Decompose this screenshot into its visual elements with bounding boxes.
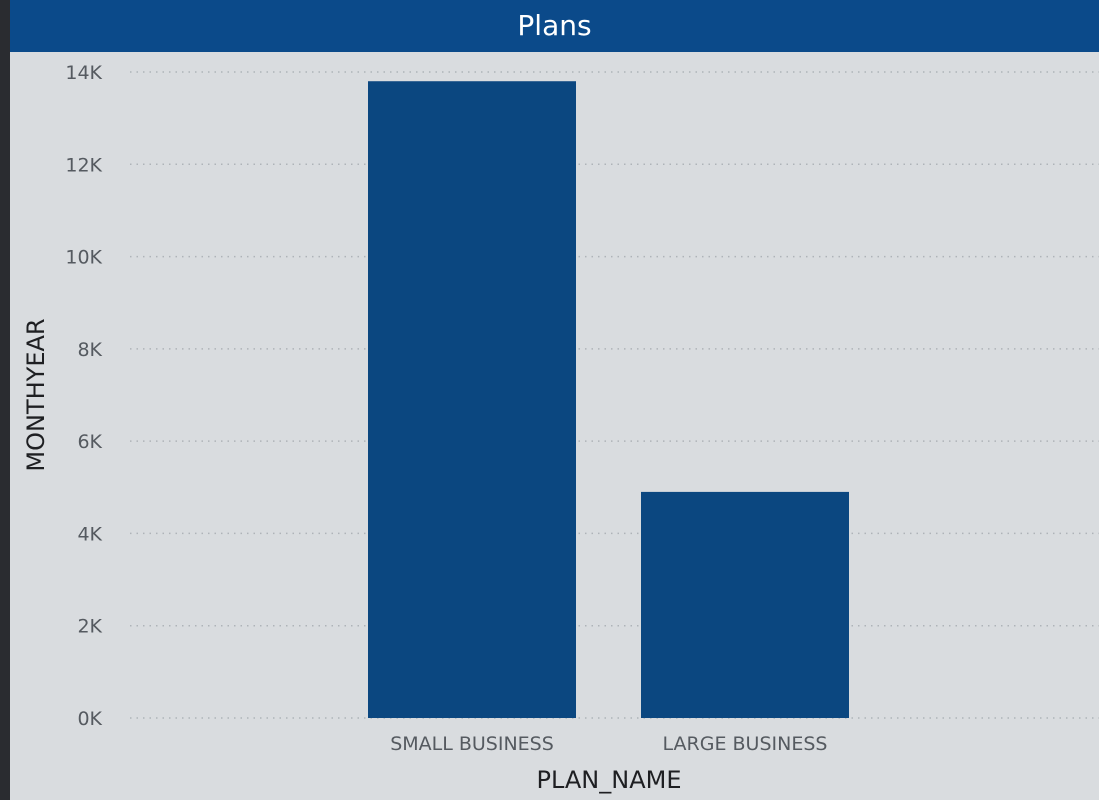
y-tick-label: 12K (65, 154, 102, 176)
y-tick-label: 0K (77, 708, 102, 730)
x-tick-label: SMALL BUSINESS (390, 733, 554, 755)
report-canvas: Plans 0K 2K 4K 6K 8K 10K 12K 14K SMALL BUSINESS L… (0, 0, 1099, 800)
bar-small-business[interactable] (368, 81, 576, 718)
y-tick-label: 14K (65, 62, 102, 84)
x-axis-title: PLAN_NAME (536, 766, 681, 794)
x-tick-label: LARGE BUSINESS (663, 733, 828, 755)
bar-large-business[interactable] (641, 491, 849, 718)
chart-title: Plans (10, 0, 1099, 52)
bar-chart-visual[interactable]: Plans 0K 2K 4K 6K 8K 10K 12K 14K SMALL BUSINESS L… (10, 0, 1099, 800)
y-tick-label: 2K (77, 616, 102, 638)
y-tick-label: 4K (77, 523, 102, 545)
y-axis-title: MONTHYEAR (22, 318, 50, 471)
chart-plot-area: 0K 2K 4K 6K 8K 10K 12K 14K SMALL BUSINESS LARGE B… (22, 62, 1099, 794)
y-tick-label: 8K (77, 339, 102, 361)
y-tick-label: 6K (77, 431, 102, 453)
y-tick-label: 10K (65, 247, 102, 269)
